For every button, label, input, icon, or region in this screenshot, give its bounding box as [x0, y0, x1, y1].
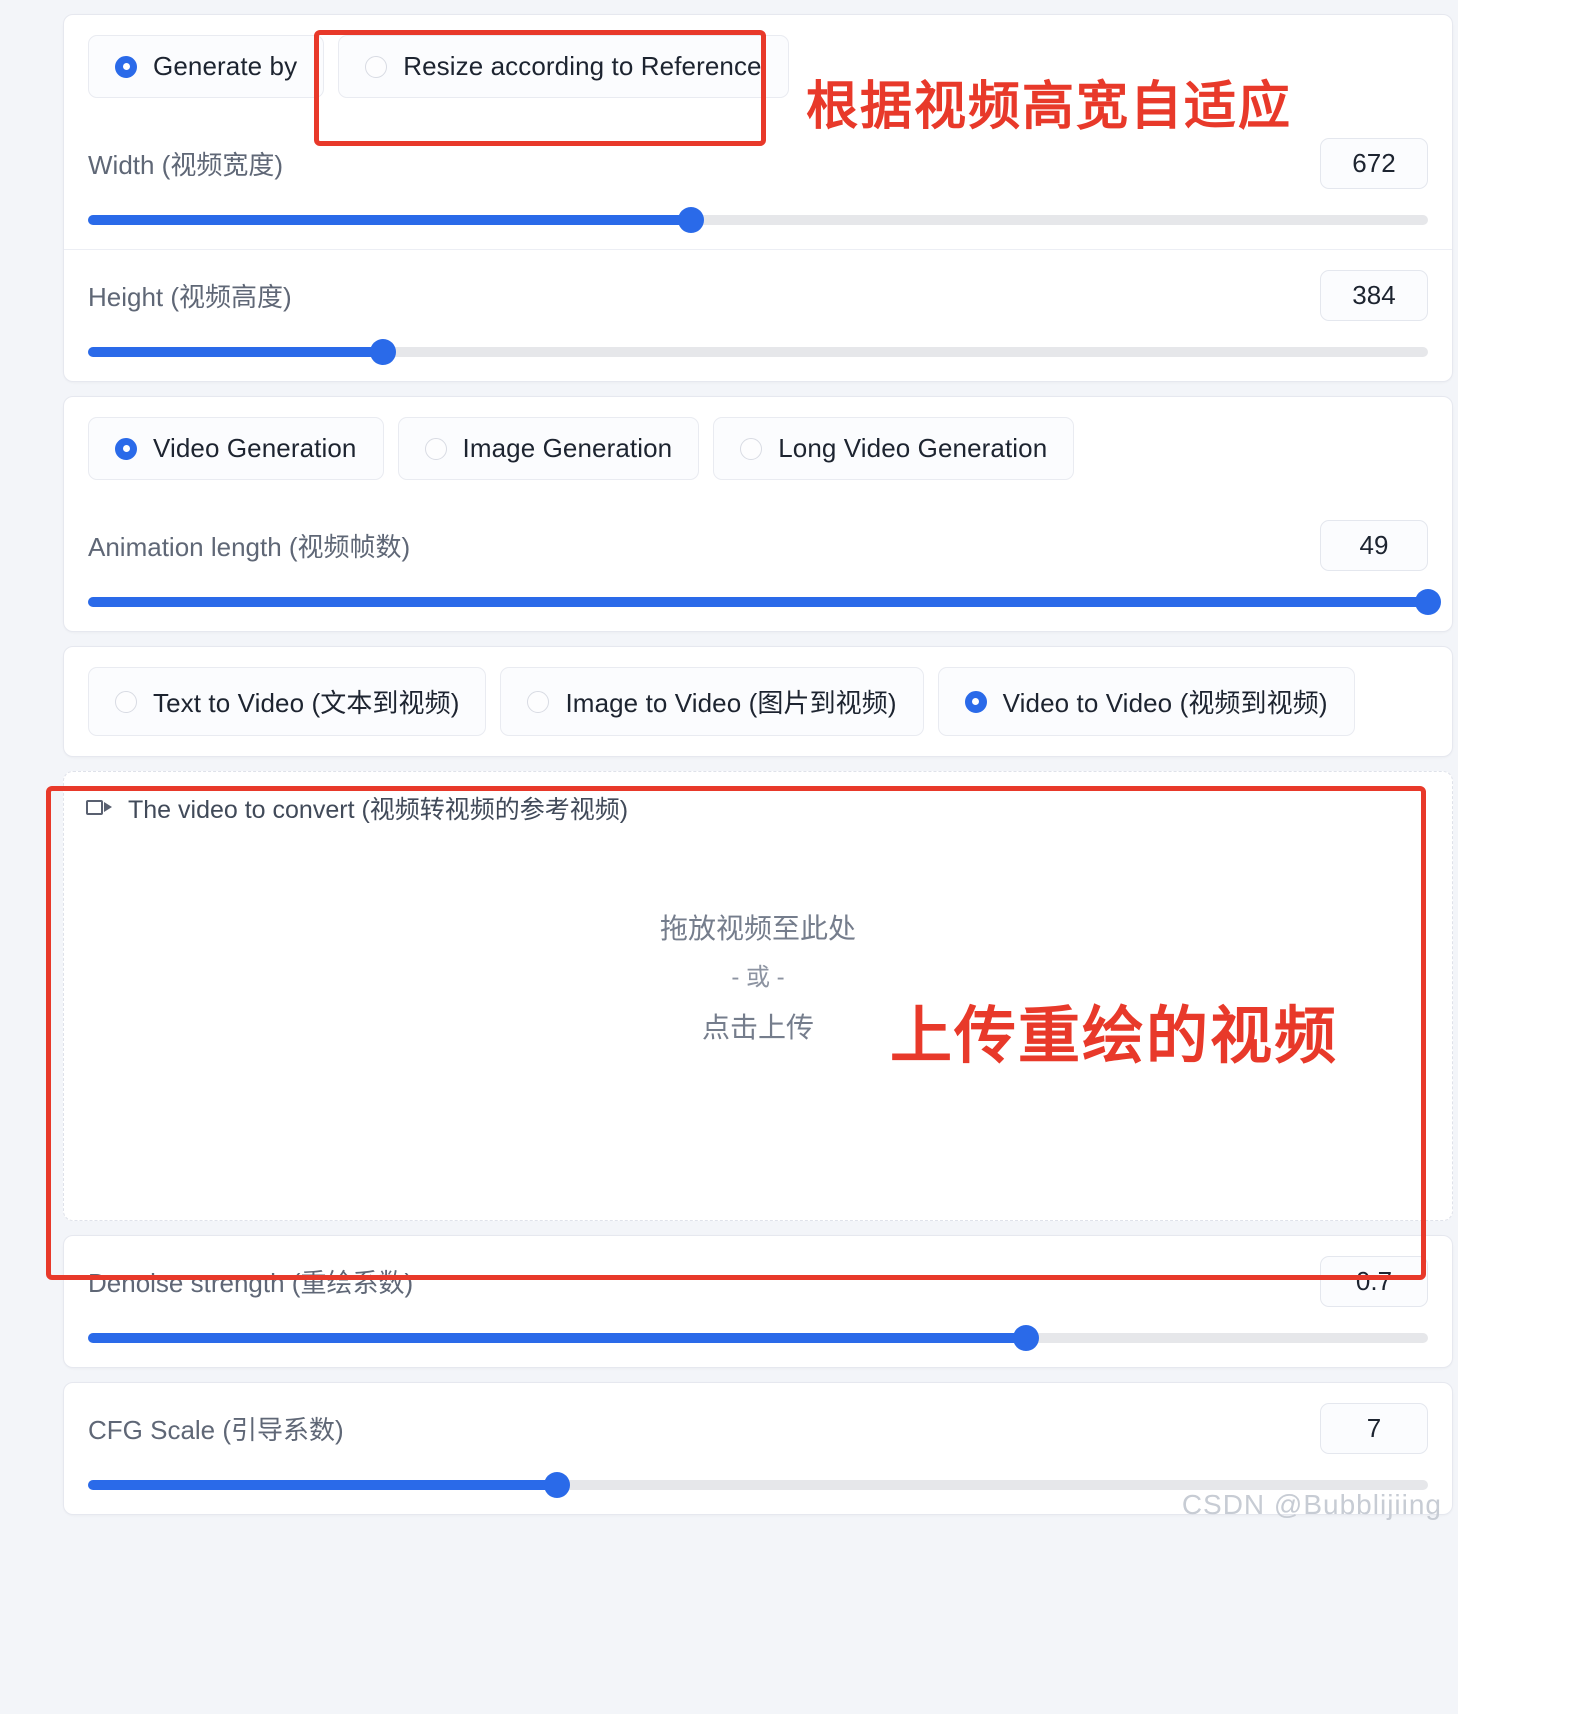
radio-label: Resize according to Reference	[403, 51, 762, 81]
radio-label: Generate by	[153, 51, 298, 81]
cfg-panel: CFG Scale (引导系数) 7 CSDN @Bubblijiing	[63, 1382, 1453, 1520]
radio-video-to-video[interactable]: Video to Video (视频到视频)	[937, 667, 1355, 736]
denoise-row: Denoise strength (重绘系数) 0.7	[64, 1236, 1452, 1367]
annotation-text-resize: 根据视频高宽自适应	[806, 78, 1293, 136]
radio-image-to-video[interactable]: Image to Video (图片到视频)	[500, 667, 924, 736]
radio-resize-according-to-reference[interactable]: Resize according to Reference	[338, 35, 789, 98]
video-camera-icon	[86, 797, 114, 819]
denoise-label: Denoise strength (重绘系数)	[88, 1268, 414, 1298]
radio-dot-icon[interactable]	[115, 690, 137, 713]
denoise-fill	[88, 1333, 1026, 1343]
denoise-header: Denoise strength (重绘系数) 0.7	[88, 1256, 1428, 1307]
animation-length-value[interactable]: 49	[1320, 520, 1428, 571]
width-slider-header: Width (视频宽度) 672	[88, 138, 1428, 189]
annotation-text-upload: 上传重绘的视频	[890, 1002, 1339, 1071]
animation-length-fill	[88, 597, 1428, 607]
height-slider-header: Height (视频高度) 384	[88, 270, 1428, 321]
height-slider-fill	[88, 347, 383, 357]
radio-dot-selected-icon[interactable]	[115, 437, 137, 460]
radio-label: Video Generation	[153, 433, 357, 463]
radio-dot-icon[interactable]	[424, 437, 447, 460]
denoise-track[interactable]	[88, 1325, 1428, 1351]
denoise-value[interactable]: 0.7	[1320, 1256, 1428, 1307]
width-label: Width (视频宽度)	[88, 150, 284, 180]
page-root: Generate by Resize according to Referenc…	[0, 0, 1586, 1714]
task-type-radio-group: Text to Video (文本到视频) Image to Video (图片…	[64, 647, 1452, 756]
height-value[interactable]: 384	[1320, 270, 1428, 321]
radio-dot-icon[interactable]	[365, 55, 388, 78]
cfg-value[interactable]: 7	[1320, 1403, 1428, 1454]
radio-dot-selected-icon[interactable]	[964, 690, 987, 713]
denoise-thumb[interactable]	[1013, 1325, 1039, 1351]
radio-label: Image Generation	[462, 433, 673, 463]
radio-dot-icon[interactable]	[527, 690, 550, 713]
cfg-label: CFG Scale (引导系数)	[88, 1415, 344, 1445]
radio-dot-icon[interactable]	[740, 437, 763, 460]
height-label: Height (视频高度)	[88, 282, 292, 312]
video-upload-tag-label: The video to convert (视频转视频的参考视频)	[128, 796, 629, 824]
height-slider-row: Height (视频高度) 384	[64, 249, 1452, 381]
animation-length-label: Animation length (视频帧数)	[88, 532, 411, 562]
height-slider-thumb[interactable]	[369, 339, 396, 365]
watermark: CSDN @Bubblijiing	[1181, 1489, 1442, 1520]
right-gutter	[1458, 0, 1586, 1714]
radio-video-generation[interactable]: Video Generation	[88, 417, 384, 480]
animation-length-thumb[interactable]	[1415, 589, 1441, 615]
width-value[interactable]: 672	[1320, 138, 1428, 189]
video-upload-tag: The video to convert (视频转视频的参考视频)	[78, 784, 641, 834]
animation-length-track[interactable]	[88, 589, 1441, 615]
denoise-panel: Denoise strength (重绘系数) 0.7	[63, 1235, 1453, 1368]
radio-generate-by[interactable]: Generate by	[88, 35, 325, 98]
width-slider-track[interactable]	[88, 207, 1428, 233]
radio-long-video-generation[interactable]: Long Video Generation	[713, 417, 1075, 480]
width-slider-thumb[interactable]	[678, 207, 704, 233]
radio-label: Video to Video (视频到视频)	[1002, 688, 1328, 718]
width-slider-fill	[88, 215, 691, 225]
task-type-panel: Text to Video (文本到视频) Image to Video (图片…	[63, 646, 1453, 757]
height-slider-track[interactable]	[88, 339, 1428, 365]
generation-mode-panel: Video Generation Image Generation Long V…	[63, 396, 1453, 632]
radio-label: Long Video Generation	[778, 433, 1048, 463]
radio-dot-selected-icon[interactable]	[115, 55, 137, 78]
settings-content: Generate by Resize according to Referenc…	[58, 0, 1458, 1529]
animation-length-header: Animation length (视频帧数) 49	[88, 520, 1428, 571]
cfg-thumb[interactable]	[544, 1472, 570, 1498]
radio-image-generation[interactable]: Image Generation	[397, 417, 700, 480]
dropzone-main-text: 拖放视频至此处	[659, 913, 856, 945]
animation-length-row: Animation length (视频帧数) 49	[64, 500, 1452, 631]
cfg-fill	[88, 1480, 557, 1490]
radio-label: Text to Video (文本到视频)	[153, 688, 460, 718]
radio-text-to-video[interactable]: Text to Video (文本到视频)	[88, 667, 487, 736]
cfg-header: CFG Scale (引导系数) 7	[88, 1403, 1428, 1454]
radio-label: Image to Video (图片到视频)	[565, 688, 897, 718]
generation-mode-radio-group: Video Generation Image Generation Long V…	[64, 397, 1452, 500]
left-gutter	[0, 0, 58, 1714]
